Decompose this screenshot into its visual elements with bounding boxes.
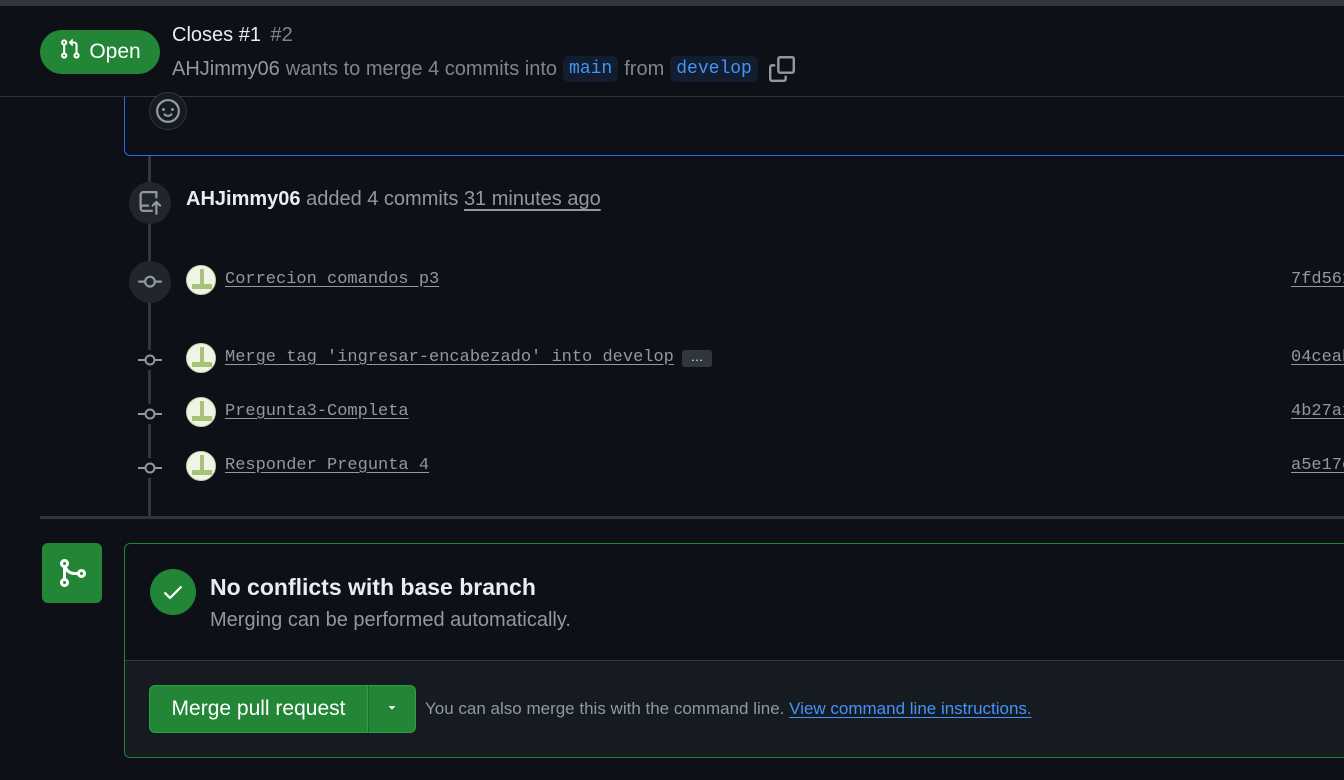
git-commit-icon xyxy=(138,404,162,424)
pr-subtitle: AHJimmy06 wants to merge 4 commits into … xyxy=(172,54,796,84)
commit-sha-link[interactable]: a5e17c xyxy=(1291,456,1344,475)
expand-commit-button[interactable]: … xyxy=(682,350,712,367)
avatar[interactable] xyxy=(186,265,216,295)
smiley-icon[interactable] xyxy=(149,92,187,130)
commit-message-link[interactable]: Responder Pregunta 4 xyxy=(225,456,429,475)
commit-sha-link[interactable]: 04ceab xyxy=(1291,348,1344,367)
merge-footer: Merge pull request You can also merge th… xyxy=(125,660,1344,757)
commit-row: Correcion comandos p3 7fd561 xyxy=(186,265,1344,295)
merge-pull-request-button[interactable]: Merge pull request xyxy=(149,685,368,733)
event-action: added 4 commits xyxy=(306,188,459,210)
git-commit-icon xyxy=(138,350,162,370)
pr-number: #2 xyxy=(270,24,293,46)
timeline-event: AHJimmy06 added 4 commits 31 minutes ago xyxy=(186,188,601,211)
check-icon xyxy=(150,569,196,615)
commit-message-link[interactable]: Correcion comandos p3 xyxy=(225,270,439,289)
timeline-divider xyxy=(40,516,1344,519)
avatar[interactable] xyxy=(186,451,216,481)
git-merge-icon xyxy=(42,543,102,603)
pr-title: Closes #1 #2 xyxy=(172,24,293,47)
pr-author-link[interactable]: AHJimmy06 xyxy=(172,58,280,81)
commit-message-link[interactable]: Pregunta3-Completa xyxy=(225,402,409,421)
git-commit-icon xyxy=(129,261,171,303)
merge-status-description: Merging can be performed automatically. xyxy=(210,609,571,631)
pr-sticky-header: Open Closes #1 #2 AHJimmy06 wants to mer… xyxy=(0,6,1344,97)
merge-hint: You can also merge this with the command… xyxy=(425,699,1032,719)
head-branch-link[interactable]: develop xyxy=(670,56,758,82)
pr-from-text: from xyxy=(624,57,665,80)
base-branch-link[interactable]: main xyxy=(563,56,619,82)
commit-row: Pregunta3-Completa 4b27a1 xyxy=(186,397,1344,427)
commit-message-link[interactable]: Merge tag 'ingresar-encabezado' into dev… xyxy=(225,348,674,367)
commit-row: Merge tag 'ingresar-encabezado' into dev… xyxy=(186,343,1344,373)
event-time-link[interactable]: 31 minutes ago xyxy=(464,188,601,210)
git-commit-icon xyxy=(138,458,162,478)
merge-method-dropdown-button[interactable] xyxy=(368,685,416,733)
commit-row: Responder Pregunta 4 a5e17c xyxy=(186,451,1344,481)
merge-box: No conflicts with base branch Merging ca… xyxy=(124,543,1344,758)
comment-box xyxy=(124,97,1344,156)
pr-state-badge: Open xyxy=(40,30,160,74)
event-actor-link[interactable]: AHJimmy06 xyxy=(186,188,301,210)
commit-sha-link[interactable]: 4b27a1 xyxy=(1291,402,1344,421)
copy-icon[interactable] xyxy=(768,55,796,83)
commit-sha-link[interactable]: 7fd561 xyxy=(1291,270,1344,289)
merge-hint-text: You can also merge this with the command… xyxy=(425,699,785,718)
repo-push-icon xyxy=(129,182,171,224)
git-pull-request-icon xyxy=(59,38,81,66)
pr-title-text: Closes #1 xyxy=(172,24,261,46)
avatar[interactable] xyxy=(186,397,216,427)
merge-status-title: No conflicts with base branch xyxy=(210,574,536,600)
triangle-down-icon xyxy=(385,700,399,719)
pr-state-label: Open xyxy=(89,40,141,63)
avatar[interactable] xyxy=(186,343,216,373)
pr-merge-text: wants to merge 4 commits into xyxy=(285,57,558,80)
command-line-instructions-link[interactable]: View command line instructions. xyxy=(789,699,1032,718)
